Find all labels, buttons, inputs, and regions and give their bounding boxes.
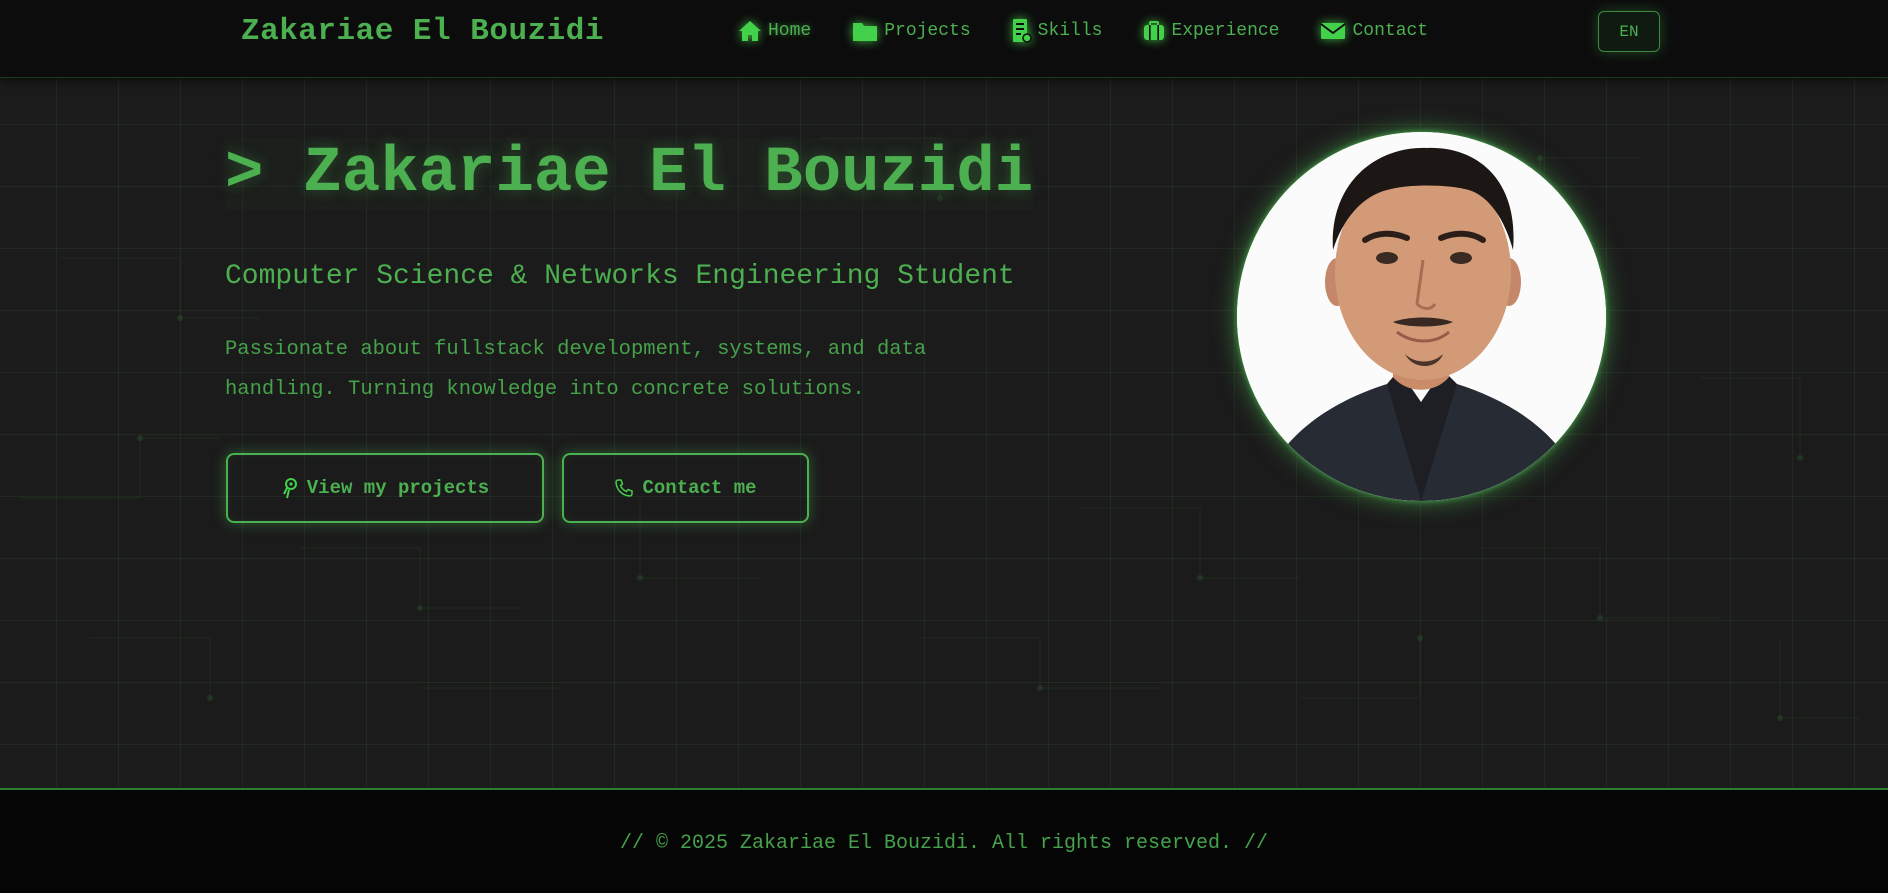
footer-copyright: // © 2025 Zakariae El Bouzidi. All right… [619, 832, 1269, 855]
hero-title: > Zakariae El Bouzidi [225, 138, 1034, 210]
nav-skills-label: Skills [1037, 21, 1103, 41]
nav-contact[interactable]: Contact [1320, 21, 1428, 41]
profile-photo [1237, 132, 1606, 501]
footer: // © 2025 Zakariae El Bouzidi. All right… [0, 788, 1888, 893]
view-projects-button[interactable]: View my projects [226, 453, 544, 523]
hero-subtitle: Computer Science & Networks Engineering … [225, 261, 1015, 292]
hero-section: > Zakariae El Bouzidi Computer Science & … [0, 78, 1888, 787]
folder-icon [853, 23, 878, 41]
nav-contact-label: Contact [1352, 21, 1429, 41]
main-nav: Home Projects Skills Experience Contact [738, 18, 1469, 44]
phone-icon [615, 479, 634, 497]
nav-skills[interactable]: Skills [1012, 18, 1103, 44]
contact-me-button[interactable]: Contact me [562, 453, 809, 523]
briefcase-icon [1144, 21, 1165, 40]
nav-projects-label: Projects [884, 21, 971, 41]
navbar: Zakariae El Bouzidi Home Projects Skills [0, 0, 1888, 78]
nav-experience[interactable]: Experience [1143, 21, 1279, 41]
skills-icon [1012, 19, 1032, 43]
nav-home[interactable]: Home [738, 19, 811, 43]
brand-logo[interactable]: Zakariae El Bouzidi [241, 14, 604, 49]
mail-icon [1320, 23, 1347, 39]
nav-experience-label: Experience [1171, 21, 1280, 41]
language-toggle-button[interactable]: EN [1598, 11, 1660, 52]
view-projects-label: View my projects [306, 477, 490, 499]
hero-name: Zakariae El Bouzidi [303, 138, 1034, 210]
nav-home-label: Home [768, 21, 812, 41]
home-icon [739, 21, 761, 41]
nav-projects[interactable]: Projects [852, 20, 971, 42]
hero-description: Passionate about fullstack development, … [225, 338, 927, 401]
terminal-prompt: > [225, 138, 264, 210]
contact-me-label: Contact me [642, 477, 757, 499]
rocket-icon [282, 478, 297, 499]
